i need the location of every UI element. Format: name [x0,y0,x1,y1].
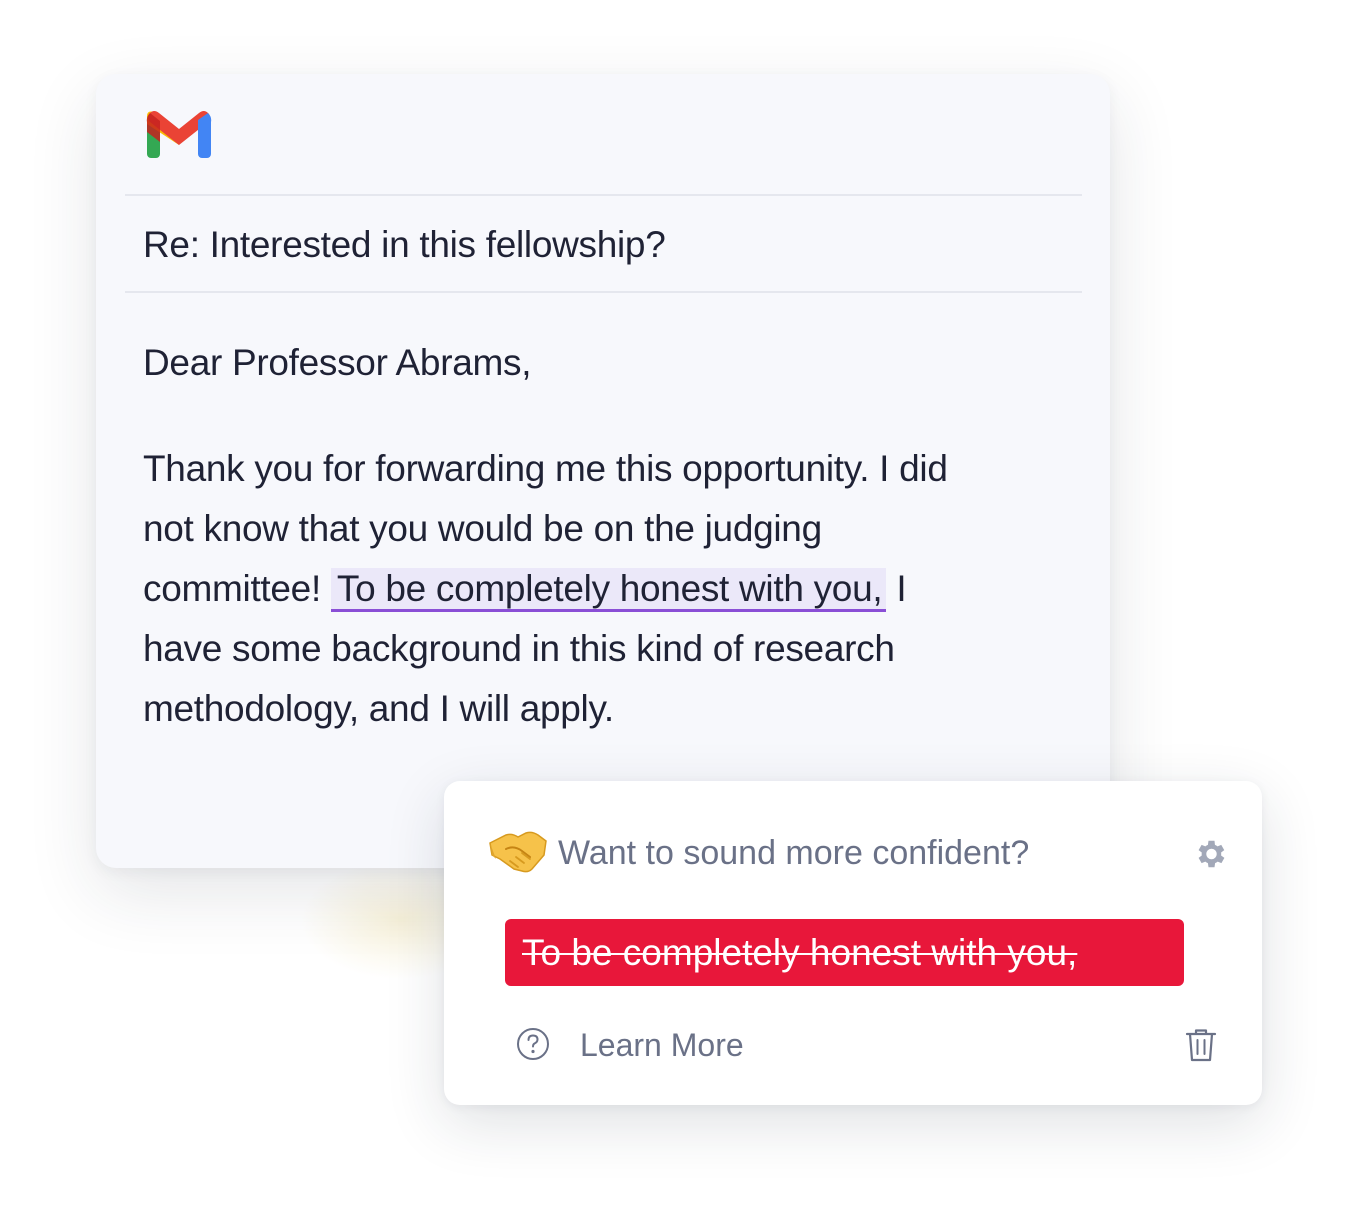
body-line: methodology, and I will apply. [143,688,614,729]
email-compose-card: Re: Interested in this fellowship? Dear … [96,74,1110,868]
trash-icon[interactable] [1184,1027,1218,1063]
learn-more-link[interactable]: Learn More [580,1027,744,1064]
question-circle-icon[interactable] [516,1027,550,1061]
email-greeting[interactable]: Dear Professor Abrams, [143,342,532,384]
body-text-segment: committee! [143,568,321,609]
email-body[interactable]: Thank you for forwarding me this opportu… [143,439,1043,739]
subject-divider [125,291,1082,293]
gear-icon[interactable] [1192,836,1228,872]
gmail-logo-icon [146,111,212,158]
stage: Re: Interested in this fellowship? Dear … [0,0,1358,1224]
body-line: committee! To be completely honest with … [143,559,1043,619]
body-line: Thank you for forwarding me this opportu… [143,448,948,489]
body-line: not know that you would be on the judgin… [143,508,822,549]
header-divider [125,194,1082,196]
flagged-phrase-highlight[interactable]: To be completely honest with you, [330,568,887,612]
remove-phrase-suggestion[interactable]: To be completely honest with you, [505,919,1184,986]
email-subject[interactable]: Re: Interested in this fellowship? [143,224,666,266]
suggestion-title: Want to sound more confident? [558,834,1030,872]
body-text-segment: I [886,568,907,609]
handshake-icon [489,831,547,873]
suggestion-popup: Want to sound more confident? To be comp… [444,781,1262,1105]
body-line: have some background in this kind of res… [143,628,895,669]
